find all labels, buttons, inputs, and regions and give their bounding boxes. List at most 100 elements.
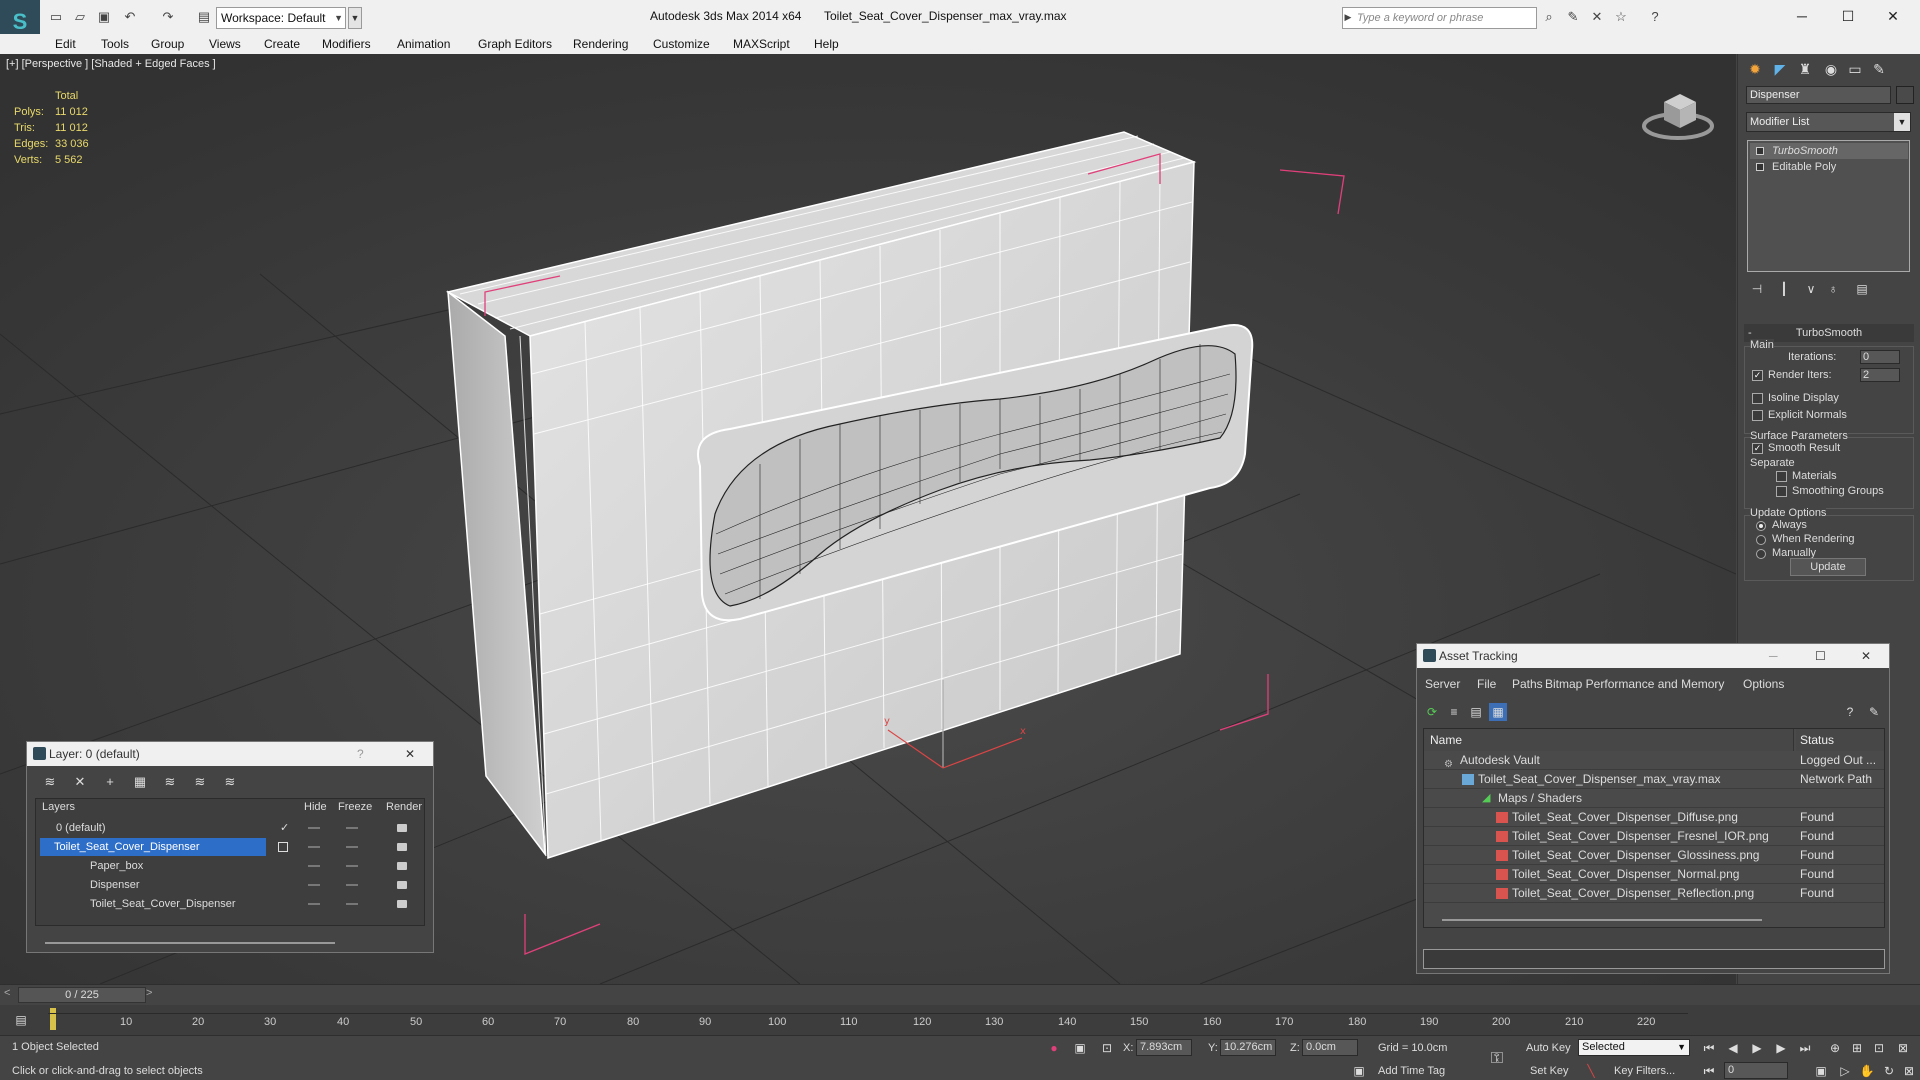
layer-hide-all-icon[interactable]: ≋ [191, 773, 209, 791]
freeze-toggle[interactable] [346, 903, 358, 905]
layer-create-icon[interactable]: ≋ [41, 773, 59, 791]
hide-toggle[interactable] [308, 884, 320, 886]
next-frame-icon[interactable]: > [146, 987, 152, 999]
track-bar[interactable]: ▤ 10 20 30 40 50 60 70 80 90 100 110 120… [0, 1005, 1920, 1035]
col-freeze[interactable]: Freeze [338, 801, 372, 813]
asset-menu-file[interactable]: File [1477, 677, 1496, 691]
tools-icon[interactable]: ✕ [1589, 9, 1605, 25]
set-key-button[interactable]: Set Key [1530, 1065, 1569, 1077]
time-configuration-icon[interactable]: ▣ [1812, 1062, 1830, 1080]
hide-toggle[interactable] [308, 827, 320, 829]
make-unique-icon[interactable]: ∨ [1802, 280, 1820, 298]
current-layer-check-icon[interactable]: ✓ [280, 819, 289, 837]
pin-stack-icon[interactable]: ⊣ [1748, 280, 1766, 298]
utilities-tab-icon[interactable]: ✎ [1868, 58, 1890, 80]
asset-window-titlebar[interactable]: Asset Tracking ─ ☐ ✕ [1417, 644, 1889, 668]
minimize-icon[interactable]: ─ [1769, 644, 1778, 668]
project-folder-icon[interactable]: ▤ [196, 9, 212, 25]
layer-window-titlebar[interactable]: Layer: 0 (default) ? ✕ [27, 742, 433, 766]
maximize-viewport-icon[interactable]: ⊠ [1900, 1062, 1918, 1080]
col-render[interactable]: Render [386, 801, 422, 813]
add-time-tag[interactable]: Add Time Tag [1378, 1065, 1445, 1077]
field-of-view-icon[interactable]: ▷ [1836, 1062, 1854, 1080]
close-icon[interactable]: ✕ [405, 742, 415, 766]
table-view-icon[interactable]: ▤ [1467, 703, 1485, 721]
render-teapot-icon[interactable] [397, 900, 407, 908]
modifier-stack[interactable]: TurboSmooth Editable Poly [1747, 140, 1910, 272]
menu-edit[interactable]: Edit [55, 37, 76, 51]
materials-checkbox[interactable] [1776, 471, 1787, 482]
col-layers[interactable]: Layers [42, 801, 75, 813]
redo-icon[interactable]: ↷ [160, 9, 176, 25]
asset-help-icon[interactable]: ? [1841, 703, 1859, 721]
previous-frame-icon[interactable]: ◀ [1724, 1039, 1742, 1057]
zoom-icon[interactable]: ⊕ [1826, 1039, 1844, 1057]
go-to-start-icon[interactable]: ⏮ [1700, 1039, 1718, 1057]
modify-tab-icon[interactable]: ◤ [1769, 58, 1791, 80]
smoothing-groups-checkbox[interactable] [1776, 486, 1787, 497]
stack-item-turbosmooth[interactable]: TurboSmooth [1750, 143, 1908, 159]
layer-highlight-icon[interactable]: ≋ [161, 773, 179, 791]
render-teapot-icon[interactable] [397, 843, 407, 851]
prev-frame-icon[interactable]: < [4, 987, 10, 999]
hierarchy-tab-icon[interactable]: ♜ [1794, 58, 1816, 80]
update-button[interactable]: Update [1790, 558, 1866, 576]
absolute-mode-icon[interactable]: ⊡ [1098, 1039, 1116, 1057]
set-current-box[interactable] [278, 842, 288, 852]
curve-editor-icon[interactable]: ▤ [12, 1011, 30, 1029]
manually-radio[interactable] [1756, 549, 1766, 559]
asset-settings-icon[interactable]: ✎ [1865, 703, 1883, 721]
save-file-icon[interactable]: ▣ [96, 9, 112, 25]
iterations-spinner[interactable]: 0 [1860, 350, 1900, 364]
viewport-label[interactable]: [+] [Perspective ] [Shaded + Edged Faces… [6, 58, 216, 70]
asset-row[interactable]: Toilet_Seat_Cover_Dispenser_max_vray.max… [1424, 770, 1884, 789]
close-button[interactable]: ✕ [1878, 6, 1908, 26]
freeze-toggle[interactable] [346, 884, 358, 886]
menu-customize[interactable]: Customize [653, 37, 710, 51]
smooth-result-checkbox[interactable]: ✓ [1752, 443, 1763, 454]
remove-modifier-icon[interactable]: ♁ [1824, 280, 1842, 298]
menu-tools[interactable]: Tools [101, 37, 129, 51]
y-coord-field[interactable]: 10.276cm [1220, 1039, 1276, 1056]
search-expand-icon[interactable]: ▶ [1342, 7, 1354, 29]
asset-menu-bitmap-performance[interactable]: Bitmap Performance and Memory [1545, 677, 1724, 691]
render-teapot-icon[interactable] [397, 862, 407, 870]
object-color-swatch[interactable] [1896, 86, 1914, 104]
asset-row[interactable]: ◢ Maps / Shaders [1424, 789, 1884, 808]
freeze-toggle[interactable] [346, 846, 358, 848]
help-icon[interactable]: ? [1647, 9, 1663, 25]
communication-icon[interactable]: ✎ [1565, 9, 1581, 25]
binoculars-icon[interactable]: ⌕ [1541, 9, 1557, 25]
object-name-field[interactable]: Dispenser [1746, 86, 1891, 104]
layer-select-icon[interactable]: ▦ [131, 773, 149, 791]
render-teapot-icon[interactable] [397, 881, 407, 889]
maximize-icon[interactable]: ☐ [1815, 644, 1826, 668]
render-teapot-icon[interactable] [397, 824, 407, 832]
key-icon[interactable]: ╲ [1582, 1062, 1600, 1080]
zoom-all-icon[interactable]: ⊞ [1848, 1039, 1866, 1057]
key-mode-toggle-icon[interactable]: ⏮ [1700, 1062, 1718, 1080]
asset-menu-paths[interactable]: Paths [1512, 677, 1543, 691]
layer-row[interactable]: 0 (default) ✓ [36, 819, 424, 837]
current-frame-marker[interactable] [50, 1008, 56, 1030]
col-hide[interactable]: Hide [304, 801, 327, 813]
isoline-checkbox[interactable] [1752, 393, 1763, 404]
asset-row[interactable]: Toilet_Seat_Cover_Dispenser_Glossiness.p… [1424, 846, 1884, 865]
menu-help[interactable]: Help [814, 37, 839, 51]
layer-freeze-all-icon[interactable]: ≋ [221, 773, 239, 791]
new-file-icon[interactable]: ▭ [48, 9, 64, 25]
render-iters-checkbox[interactable]: ✓ [1752, 370, 1763, 381]
hide-toggle[interactable] [308, 846, 320, 848]
play-icon[interactable]: ▶ [1748, 1039, 1766, 1057]
layer-row[interactable]: Toilet_Seat_Cover_Dispenser [36, 838, 424, 856]
asset-row[interactable]: ⚙ Autodesk Vault Logged Out ... [1424, 751, 1884, 770]
layer-delete-icon[interactable]: ✕ [71, 773, 89, 791]
layer-add-icon[interactable]: + [101, 773, 119, 791]
viewcube-icon[interactable] [1640, 84, 1720, 144]
motion-tab-icon[interactable]: ◉ [1820, 58, 1842, 80]
lock-selection-icon[interactable]: ▣ [1071, 1039, 1089, 1057]
workspace-select[interactable]: Workspace: Default ▼ [216, 7, 346, 29]
grid-view-icon[interactable]: ▦ [1489, 703, 1507, 721]
zoom-extents-all-icon[interactable]: ⊠ [1894, 1039, 1912, 1057]
col-name[interactable]: Name [1424, 729, 1794, 751]
